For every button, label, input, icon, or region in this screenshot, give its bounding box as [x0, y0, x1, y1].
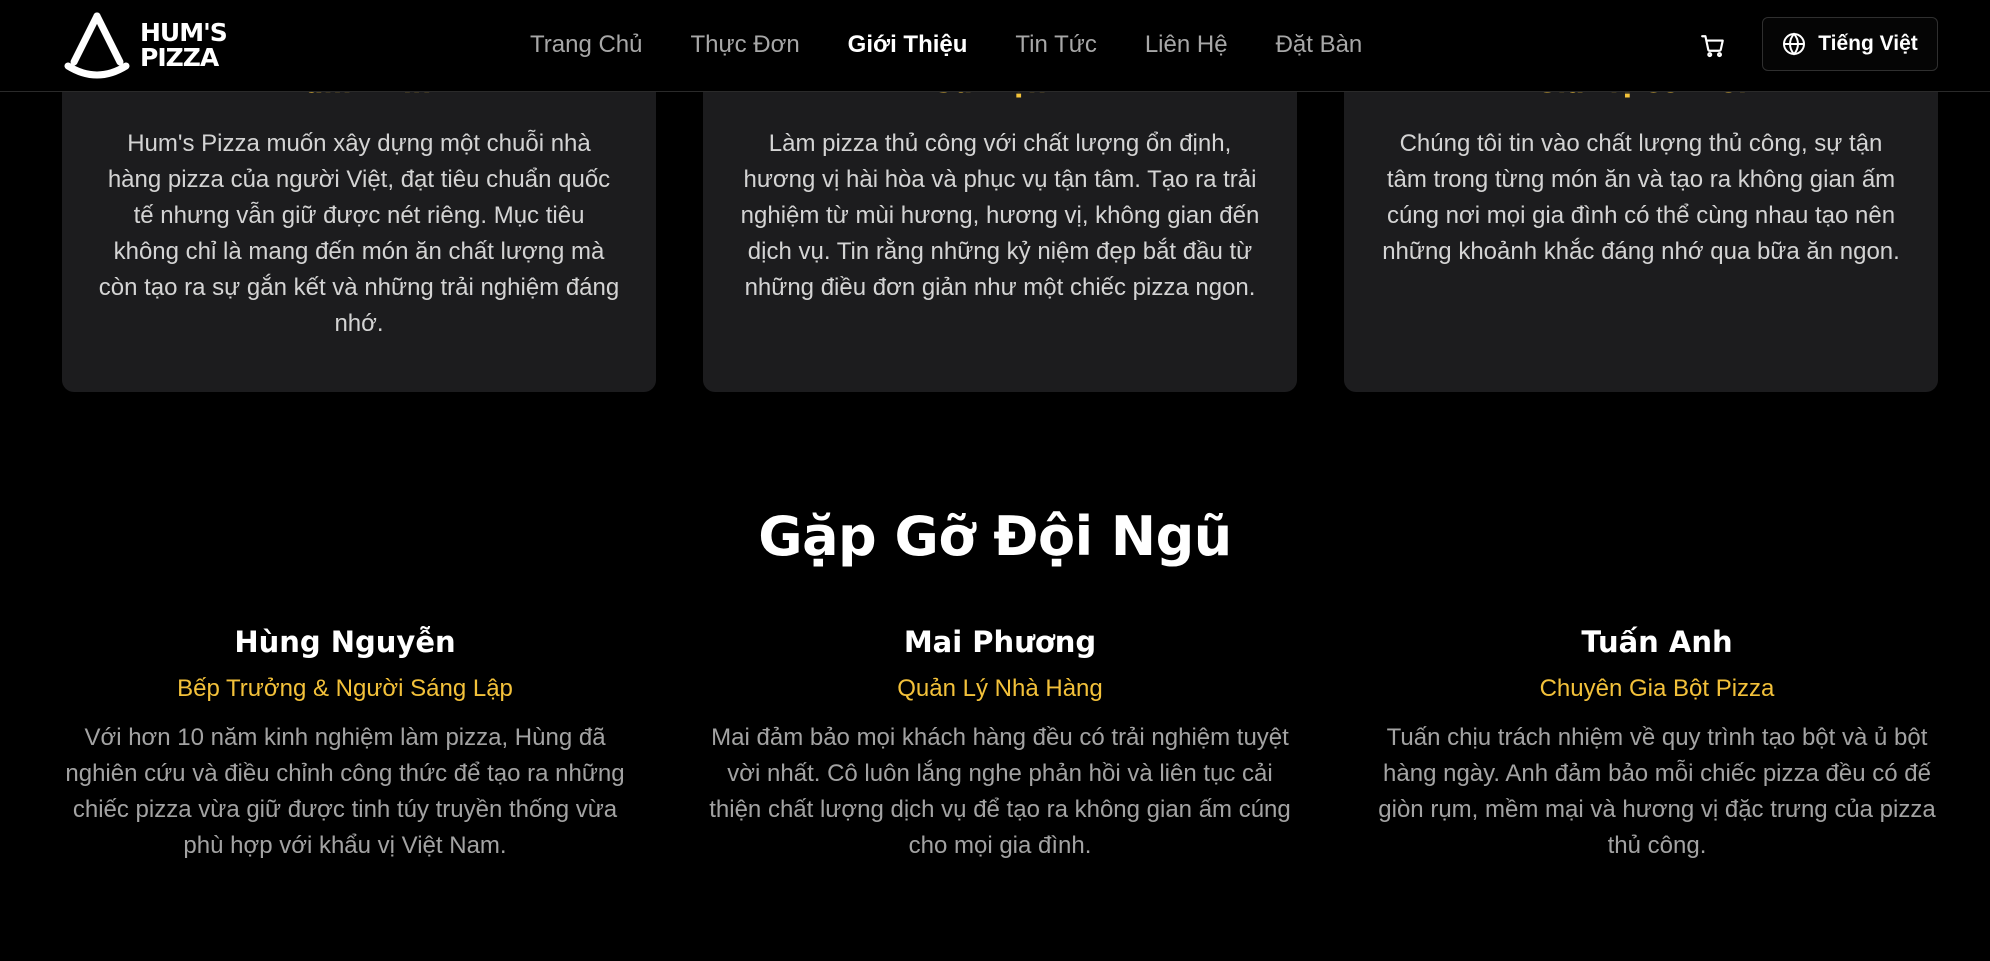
- globe-icon: [1783, 32, 1806, 56]
- nav-item-news[interactable]: Tin Tức: [1015, 31, 1096, 59]
- member-bio: Tuấn chịu trách nhiệm về quy trình tạo b…: [1378, 724, 1936, 859]
- values-section: Tầm Nhìn Hum's Pizza muốn xây dựng một c…: [62, 60, 1938, 392]
- team-member-card: Hùng Nguyễn Bếp Trưởng & Người Sáng Lập …: [48, 622, 642, 864]
- main-nav: Trang Chủ Thực Đơn Giới Thiệu Tin Tức Li…: [530, 28, 1410, 62]
- nav-item-contact[interactable]: Liên Hệ: [1145, 31, 1228, 59]
- nav-item-home[interactable]: Trang Chủ: [530, 31, 643, 59]
- value-card-core-values: Giá Trị Cốt Lõi Chúng tôi tin vào chất l…: [1344, 60, 1938, 392]
- shopping-cart-icon: [1701, 35, 1724, 58]
- value-card-text: Làm pizza thủ công với chất lượng ổn địn…: [740, 130, 1260, 301]
- brand-line-2: PIZZA: [140, 43, 219, 72]
- team-member-card: Tuấn Anh Chuyên Gia Bột Pizza Tuấn chịu …: [1360, 622, 1954, 864]
- brand-logo[interactable]: HUM'S PIZZA: [62, 10, 232, 80]
- language-label: Tiếng Việt: [1818, 32, 1918, 55]
- member-name: Mai Phương: [903, 625, 1097, 659]
- member-role: Bếp Trưởng & Người Sáng Lập: [177, 675, 513, 702]
- brand-line-1: HUM'S: [140, 18, 228, 47]
- nav-item-reservation[interactable]: Đặt Bàn: [1276, 31, 1363, 59]
- member-bio: Với hơn 10 năm kinh nghiệm làm pizza, Hù…: [65, 724, 625, 859]
- nav-item-about[interactable]: Giới Thiệu: [848, 31, 968, 59]
- member-name: Tuấn Anh: [1581, 625, 1733, 659]
- value-card-mission: Sứ Mệnh Làm pizza thủ công với chất lượn…: [703, 60, 1297, 392]
- language-switcher-button[interactable]: Tiếng Việt: [1762, 17, 1938, 71]
- value-card-text: Chúng tôi tin vào chất lượng thủ công, s…: [1382, 130, 1900, 265]
- team-section-title: Gặp Gỡ Đội Ngũ: [758, 505, 1232, 568]
- nav-item-menu[interactable]: Thực Đơn: [691, 31, 800, 59]
- value-card-vision: Tầm Nhìn Hum's Pizza muốn xây dựng một c…: [62, 60, 656, 392]
- cart-button[interactable]: [1697, 30, 1729, 62]
- site-header: HUM'S PIZZA Trang Chủ Thực Đơn Giới Thiệ…: [0, 0, 1990, 92]
- member-name: Hùng Nguyễn: [234, 625, 456, 659]
- team-member-card: Mai Phương Quản Lý Nhà Hàng Mai đảm bảo …: [703, 622, 1297, 864]
- brand-wordmark: HUM'S PIZZA: [140, 18, 228, 72]
- member-bio: Mai đảm bảo mọi khách hàng đều có trải n…: [709, 724, 1291, 859]
- pizza-slice-logo-icon: [64, 12, 130, 79]
- value-card-text: Hum's Pizza muốn xây dựng một chuỗi nhà …: [98, 130, 620, 337]
- member-role: Chuyên Gia Bột Pizza: [1539, 675, 1775, 702]
- member-role: Quản Lý Nhà Hàng: [897, 675, 1103, 702]
